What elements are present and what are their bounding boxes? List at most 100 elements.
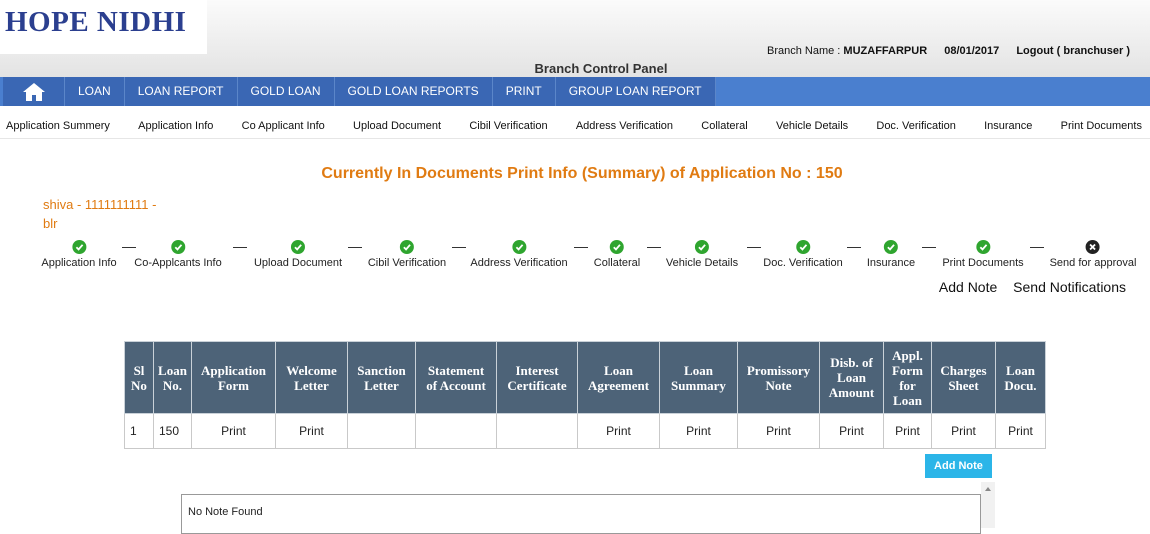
print-link[interactable]: Print (275, 413, 348, 449)
column-header-text: Loan (158, 362, 187, 378)
step-connector (233, 247, 247, 248)
top-header: HOPE NIDHI Branch Name : MUZAFFARPUR 08/… (0, 0, 1150, 77)
nav-loan[interactable]: LOAN (65, 77, 125, 106)
column-header: Promissory Note (737, 341, 820, 414)
add-note-link[interactable]: Add Note (939, 279, 997, 295)
subnav-collateral[interactable]: Collateral (701, 113, 747, 138)
check-icon (695, 240, 709, 254)
column-header-text: Loan (837, 370, 866, 385)
close-icon (1086, 240, 1100, 254)
step-3: Upload Document (254, 240, 342, 269)
print-link[interactable]: Print (191, 413, 276, 449)
column-header-text: Sheet (948, 377, 979, 393)
table-cell (347, 413, 416, 449)
subnav-application-info[interactable]: Application Info (138, 113, 213, 138)
subnav-cibil-verification[interactable]: Cibil Verification (469, 113, 547, 138)
step-6: Collateral (594, 240, 640, 269)
notes-scrollbar[interactable] (981, 482, 995, 528)
check-icon (399, 240, 414, 254)
column-header-text: Form (891, 362, 924, 378)
column-header-text: for (899, 377, 916, 393)
column-header-text: Summary (671, 377, 726, 393)
step-label: Collateral (593, 257, 641, 269)
print-link[interactable]: Print (819, 413, 884, 449)
step-connector (348, 247, 362, 248)
column-header-text: Welcome (286, 362, 337, 378)
panel-title: Branch Control Panel (534, 61, 668, 76)
subnav-insurance[interactable]: Insurance (984, 113, 1032, 138)
step-7: Vehicle Details (666, 240, 738, 269)
column-header: Loan Agreement (577, 341, 660, 414)
print-link[interactable]: Print (931, 413, 996, 449)
table-cell (415, 413, 497, 449)
subnav-address-verification[interactable]: Address Verification (576, 113, 673, 138)
column-header-text: Docu. (1004, 377, 1037, 393)
column-header-text: Loan (1006, 362, 1035, 378)
step-10: Print Documents (942, 240, 1024, 269)
column-header-text: of Account (426, 377, 486, 393)
main-nav: LOAN LOAN REPORT GOLD LOAN GOLD LOAN REP… (0, 77, 1150, 106)
current-date: 08/01/2017 (944, 45, 1000, 57)
step-connector (1030, 247, 1044, 248)
nav-gold-loan-reports[interactable]: GOLD LOAN REPORTS (335, 77, 493, 106)
column-header: Loan Docu. (995, 341, 1046, 414)
column-header-text: Agreement (587, 377, 650, 393)
step-connector (452, 247, 466, 248)
column-header: Charges Sheet (931, 341, 996, 414)
step-label: Upload Document (253, 257, 343, 269)
subnav-doc-verification[interactable]: Doc. Verification (876, 113, 955, 138)
scroll-up-icon (985, 487, 991, 491)
nav-gold-loan[interactable]: GOLD LOAN (238, 77, 335, 106)
column-header-text: Note (765, 377, 792, 393)
subnav-upload-document[interactable]: Upload Document (353, 113, 441, 138)
column-header-text: Appl. (892, 347, 923, 363)
subnav-application-summery[interactable]: Application Summery (6, 113, 110, 138)
notes-box: No Note Found (181, 494, 981, 534)
column-header-text: No (131, 377, 147, 393)
column-header: Sanction Letter (347, 341, 416, 414)
step-connector (747, 247, 761, 248)
check-icon (291, 240, 305, 254)
column-header-text: Letter (364, 377, 399, 393)
table-body: 1 150 Print Print Print Print Print Print Print P… (124, 413, 1046, 449)
applicant-line-2: blr (43, 216, 58, 231)
print-link[interactable]: Print (577, 413, 660, 449)
nav-print[interactable]: PRINT (493, 77, 556, 106)
print-link[interactable]: Print (995, 413, 1046, 449)
table-header-row: Sl No Loan No. Application Form Welcome Letter S… (124, 341, 1046, 414)
column-header-text: Sanction (357, 362, 406, 378)
applicant-info: shiva - 1111111111 - blr (43, 195, 183, 233)
column-header-text: Promissory (746, 362, 811, 378)
column-header-text: Loan (604, 362, 633, 378)
column-header: Statement of Account (415, 341, 497, 414)
print-link[interactable]: Print (659, 413, 738, 449)
step-label: Cibil Verification (367, 257, 447, 269)
branch-info: Branch Name : MUZAFFARPUR 08/01/2017 Log… (767, 45, 1130, 57)
logo: HOPE NIDHI (0, 0, 207, 54)
branch-name: MUZAFFARPUR (843, 45, 928, 57)
subnav-co-applicant-info[interactable]: Co Applicant Info (242, 113, 325, 138)
print-link[interactable]: Print (883, 413, 932, 449)
step-4: Cibil Verification (368, 240, 446, 269)
page-title: Currently In Documents Print Info (Summa… (321, 165, 843, 182)
column-header: Interest Certificate (496, 341, 578, 414)
send-notifications-link[interactable]: Send Notifications (1013, 279, 1126, 295)
print-link[interactable]: Print (737, 413, 820, 449)
add-note-button[interactable]: Add Note (925, 454, 992, 478)
subnav-vehicle-details[interactable]: Vehicle Details (776, 113, 848, 138)
nav-loan-report[interactable]: LOAN REPORT (125, 77, 238, 106)
column-header-text: Disb. of (830, 355, 873, 370)
column-header-text: Letter (294, 377, 329, 393)
step-connector (574, 247, 588, 248)
nav-group-loan-report[interactable]: GROUP LOAN REPORT (556, 77, 716, 106)
check-icon (976, 240, 990, 254)
check-icon (512, 240, 526, 254)
column-header-text: Loan (684, 362, 713, 378)
home-button[interactable] (3, 77, 65, 106)
check-icon (884, 240, 898, 254)
step-label: Vehicle Details (665, 257, 739, 269)
column-header-text: No. (162, 377, 183, 393)
logout-link[interactable]: Logout ( branchuser ) (1016, 45, 1130, 57)
subnav-print-documents[interactable]: Print Documents (1061, 113, 1142, 138)
column-header: Loan Summary (659, 341, 738, 414)
